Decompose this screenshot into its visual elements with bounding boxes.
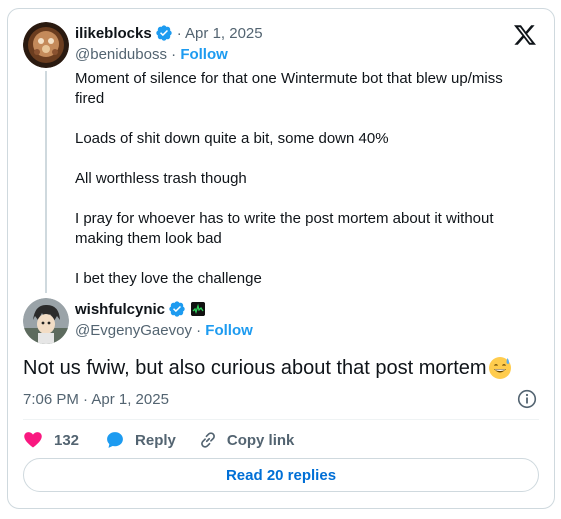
- x-logo-icon[interactable]: [513, 23, 537, 47]
- divider: [23, 419, 539, 420]
- quoted-tweet-handle-row: @beniduboss · Follow: [75, 46, 228, 63]
- tweet-actions-bar: 132 Reply Copy link: [23, 429, 294, 451]
- avatar-ilikeblocks[interactable]: [23, 22, 69, 68]
- reply-label: Reply: [135, 431, 176, 449]
- quoted-tweet-text: Moment of silence for that one Wintermut…: [75, 69, 515, 289]
- affiliate-badge-icon[interactable]: [191, 302, 206, 316]
- heart-icon: [24, 432, 42, 448]
- info-icon[interactable]: [517, 389, 537, 409]
- embedded-tweet-card: ilikeblocks · Apr 1, 2025 @beniduboss · …: [7, 8, 555, 509]
- tweet-timestamp[interactable]: 7:06 PM · Apr 1, 2025: [23, 391, 169, 408]
- tweet-paragraph: All worthless trash though: [75, 170, 247, 187]
- avatar-wishfulcynic[interactable]: [23, 298, 69, 344]
- thread-connector-line: [45, 71, 47, 293]
- reply-tweet-handle-row: @EvgenyGaevoy · Follow: [75, 322, 253, 339]
- tweet-paragraph: I pray for whoever has to write the post…: [75, 210, 494, 247]
- like-button[interactable]: 132: [23, 430, 79, 450]
- verified-badge-icon: [156, 25, 172, 41]
- tweet-date[interactable]: · Apr 1, 2025: [177, 25, 263, 42]
- tweet-paragraph: Moment of silence for that one Wintermut…: [75, 70, 503, 107]
- quoted-tweet-header: ilikeblocks · Apr 1, 2025: [75, 24, 263, 42]
- reply-button[interactable]: Reply: [105, 430, 176, 450]
- handle[interactable]: @EvgenyGaevoy: [75, 322, 192, 339]
- reply-tweet-header: wishfulcynic: [75, 300, 206, 318]
- sweat-smile-emoji-icon: [488, 357, 511, 379]
- tweet-paragraph: Loads of shit down quite a bit, some dow…: [75, 130, 389, 147]
- follow-link[interactable]: Follow: [180, 46, 228, 63]
- verified-badge-icon: [169, 301, 185, 317]
- display-name[interactable]: ilikeblocks: [75, 25, 152, 42]
- separator: ·: [171, 46, 177, 63]
- copy-link-button[interactable]: Copy link: [198, 430, 295, 450]
- display-name[interactable]: wishfulcynic: [75, 301, 165, 318]
- like-count: 132: [54, 431, 80, 449]
- tweet-paragraph: I bet they love the challenge: [75, 270, 262, 287]
- reply-bubble-icon: [107, 432, 123, 448]
- separator: ·: [196, 322, 202, 339]
- reply-tweet-text: Not us fwiw, but also curious about that…: [23, 355, 512, 381]
- follow-link[interactable]: Follow: [205, 322, 253, 339]
- read-replies-button[interactable]: Read 20 replies: [23, 458, 539, 492]
- copy-link-label: Copy link: [226, 431, 295, 449]
- link-icon: [200, 432, 215, 448]
- handle[interactable]: @beniduboss: [75, 46, 167, 63]
- tweet-body: Not us fwiw, but also curious about that…: [23, 357, 487, 379]
